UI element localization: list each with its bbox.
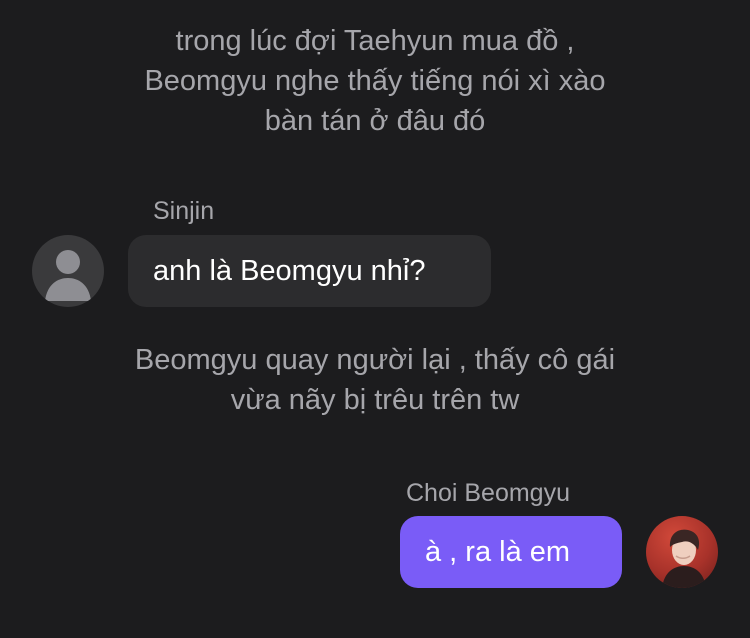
profile-photo-avatar[interactable] <box>646 516 718 588</box>
message-bubble-outgoing[interactable]: à , ra là em <box>400 516 622 588</box>
narration-text-2: Beomgyu quay người lại , thấy cô gái vừa… <box>134 344 616 416</box>
sender-name-choi-beomgyu: Choi Beomgyu <box>406 479 570 507</box>
default-avatar-icon[interactable] <box>32 235 104 307</box>
narration-text: trong lúc đợi Taehyun mua đồ , Beomgyu n… <box>144 25 606 137</box>
sender-name-sinjin: Sinjin <box>153 197 215 225</box>
profile-photo-icon <box>662 529 706 588</box>
chat-story-screen: trong lúc đợi Taehyun mua đồ , Beomgyu n… <box>0 0 750 638</box>
person-icon <box>45 250 91 301</box>
message-bubble-incoming[interactable]: anh là Beomgyu nhỉ? <box>128 235 491 307</box>
